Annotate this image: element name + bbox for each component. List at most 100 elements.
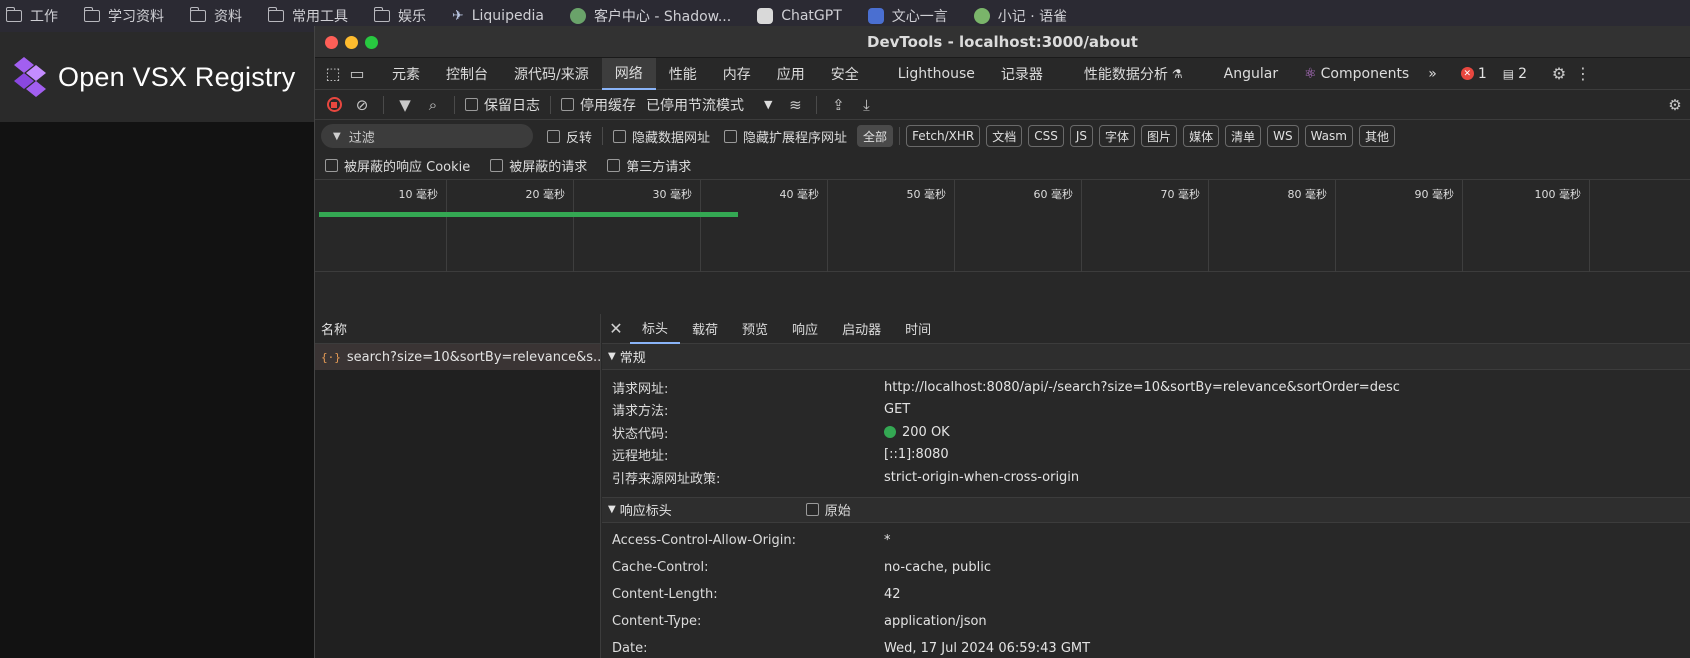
filter-input[interactable]: ▼ 过滤 (321, 124, 533, 148)
header-value[interactable]: 42 (884, 587, 901, 602)
bookmark-chatgpt[interactable]: ChatGPT (757, 8, 842, 24)
settings-gear-icon[interactable]: ⚙ (1547, 58, 1571, 90)
tab-memory[interactable]: 内存 (710, 58, 764, 90)
tab-response[interactable]: 响应 (780, 314, 830, 344)
bookmark-folder-materials[interactable]: 资料 (189, 6, 242, 26)
close-window-button[interactable] (325, 36, 338, 49)
minimize-window-button[interactable] (345, 36, 358, 49)
timeline-tick-label: 30 毫秒 (652, 188, 693, 201)
message-count[interactable]: ▤ 2 (1503, 66, 1527, 82)
raw-headers-checkbox[interactable]: 原始 (805, 500, 851, 519)
network-conditions-icon[interactable]: ≋ (784, 94, 806, 116)
timeline-tick (954, 180, 955, 272)
bookmark-folder-work[interactable]: 工作 (5, 6, 58, 26)
tab-sources[interactable]: 源代码/来源 (501, 58, 602, 90)
type-chip-css[interactable]: CSS (1028, 125, 1064, 147)
more-tabs-icon[interactable]: » (1422, 58, 1443, 90)
more-options-icon[interactable]: ⋮ (1571, 58, 1595, 90)
network-overview-timeline[interactable]: 10 毫秒 20 毫秒 30 毫秒 40 毫秒 50 毫秒 60 毫秒 70 毫秒 80 毫秒… (315, 180, 1690, 272)
bookmark-folder-entertainment[interactable]: 娱乐 (373, 6, 426, 26)
header-value[interactable]: * (884, 533, 891, 548)
tab-initiator[interactable]: 启动器 (830, 314, 893, 344)
filter-row-secondary: 被屏蔽的响应 Cookie 被屏蔽的请求 第三方请求 (315, 152, 1690, 180)
type-chip-all[interactable]: 全部 (857, 125, 894, 147)
tab-application[interactable]: 应用 (764, 58, 818, 90)
request-row[interactable]: {·} search?size=10&sortBy=relevance&s... (315, 344, 600, 370)
header-value[interactable]: strict-origin-when-cross-origin (884, 470, 1079, 485)
bookmark-yuque[interactable]: 小记 · 语雀 (973, 6, 1067, 26)
blocked-requests-checkbox[interactable]: 被屏蔽的请求 (490, 156, 587, 175)
type-chip-wasm[interactable]: Wasm (1304, 125, 1353, 147)
response-headers-section-header[interactable]: ▼ 响应标头 原始 (602, 496, 1690, 523)
tab-components[interactable]: ⚛ Components (1291, 58, 1422, 90)
json-request-icon: {·} (321, 350, 341, 364)
header-key: 引荐来源网址政策: (612, 471, 721, 487)
bookmark-liquipedia[interactable]: ✈ Liquipedia (452, 8, 544, 24)
bookmark-folder-study[interactable]: 学习资料 (83, 6, 164, 26)
tab-elements[interactable]: 元素 (379, 58, 433, 90)
header-value[interactable]: GET (884, 402, 910, 417)
checkbox-box (613, 129, 627, 143)
hide-extension-urls-checkbox[interactable]: 隐藏扩展程序网址 (724, 127, 847, 146)
inspect-element-icon[interactable]: ⬚ (321, 58, 345, 90)
bookmark-folder-tools[interactable]: 常用工具 (267, 6, 348, 26)
tab-timing[interactable]: 时间 (893, 314, 943, 344)
tab-security[interactable]: 安全 (818, 58, 872, 90)
header-value[interactable]: no-cache, public (884, 560, 991, 575)
bookmark-shadow[interactable]: 客户中心 - Shadow... (569, 6, 731, 26)
tab-lighthouse[interactable]: Lighthouse (872, 58, 988, 90)
invert-checkbox[interactable]: 反转 (547, 127, 592, 146)
tab-performance[interactable]: 性能 (656, 58, 710, 90)
search-icon[interactable]: ⌕ (422, 94, 444, 116)
general-section-title: 常规 (619, 351, 646, 366)
type-chip-js[interactable]: JS (1069, 125, 1094, 147)
clear-icon[interactable]: ⊘ (351, 94, 373, 116)
tab-network[interactable]: 网络 (601, 57, 656, 90)
type-chip-fetch-xhr[interactable]: Fetch/XHR (906, 125, 981, 147)
disable-cache-label: 停用缓存 (580, 97, 636, 114)
tab-recorder[interactable]: 记录器 (988, 58, 1056, 90)
preserve-log-checkbox[interactable]: 保留日志 (465, 95, 540, 115)
close-detail-icon[interactable]: ✕ (602, 319, 630, 338)
header-value[interactable]: application/json (884, 614, 987, 629)
type-chip-ws[interactable]: WS (1267, 125, 1299, 147)
type-chip-other[interactable]: 其他 (1358, 125, 1395, 147)
type-chip-media[interactable]: 媒体 (1183, 125, 1220, 147)
tab-headers[interactable]: 标头 (630, 314, 681, 344)
bookmark-wenxin[interactable]: 文心一言 (867, 6, 948, 26)
tab-preview[interactable]: 预览 (730, 314, 780, 344)
disable-cache-checkbox[interactable]: 停用缓存 (561, 95, 636, 115)
name-column-header[interactable]: 名称 (315, 314, 600, 344)
error-count[interactable]: ✕ 1 (1460, 66, 1487, 82)
device-toolbar-icon[interactable]: ▭ (345, 58, 369, 90)
blocked-cookies-checkbox[interactable]: 被屏蔽的响应 Cookie (325, 156, 470, 175)
detail-tabs: ✕ 标头 载荷 预览 响应 启动器 时间 (602, 314, 1690, 344)
header-value[interactable]: [::1]:8080 (884, 447, 949, 462)
liquipedia-icon: ✈ (452, 8, 464, 24)
general-section-header[interactable]: ▼ 常规 (602, 344, 1690, 370)
record-stop-icon[interactable] (323, 94, 345, 116)
type-chip-font[interactable]: 字体 (1099, 125, 1136, 147)
type-chip-doc[interactable]: 文档 (986, 125, 1023, 147)
third-party-checkbox[interactable]: 第三方请求 (607, 156, 691, 175)
hide-data-urls-checkbox[interactable]: 隐藏数据网址 (613, 127, 710, 146)
tab-angular[interactable]: Angular (1196, 58, 1291, 90)
filter-placeholder: 过滤 (348, 130, 375, 146)
import-har-icon[interactable]: ⇪ (827, 94, 849, 116)
header-value[interactable]: Wed, 17 Jul 2024 06:59:43 GMT (884, 641, 1090, 656)
message-count-value: 2 (1518, 65, 1527, 82)
status-value[interactable]: 200 OK (884, 425, 950, 440)
header-value[interactable]: http://localhost:8080/api/-/search?size=… (884, 380, 1400, 395)
type-chip-manifest[interactable]: 清单 (1225, 125, 1262, 147)
maximize-window-button[interactable] (365, 36, 378, 49)
tab-payload[interactable]: 载荷 (680, 314, 730, 344)
filter-funnel-icon[interactable]: ▼ (394, 94, 416, 116)
throttle-select[interactable]: 已停用节流模式 ▼ (646, 95, 772, 115)
tab-console[interactable]: 控制台 (433, 58, 501, 90)
export-har-icon[interactable]: ⤓ (855, 94, 877, 116)
site-title[interactable]: Open VSX Registry (58, 62, 296, 93)
type-chip-img[interactable]: 图片 (1141, 125, 1178, 147)
network-settings-gear-icon[interactable]: ⚙ (1664, 94, 1686, 116)
tab-performance-insights[interactable]: 性能数据分析 ⚗ (1056, 58, 1196, 90)
flask-icon: ⚗ (1171, 66, 1183, 81)
